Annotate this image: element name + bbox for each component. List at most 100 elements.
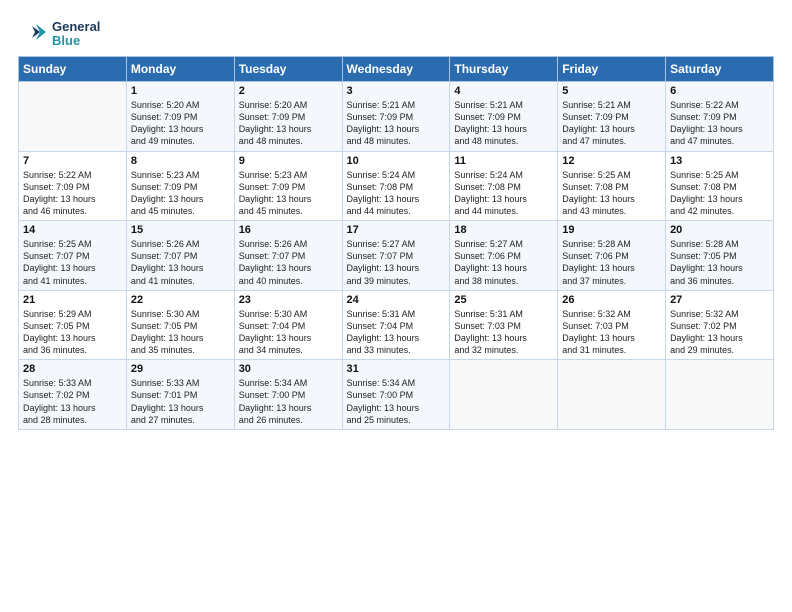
day-number: 17 <box>347 224 446 236</box>
calendar-cell: 29Sunrise: 5:33 AM Sunset: 7:01 PM Dayli… <box>126 360 234 430</box>
calendar-cell: 18 Sunrise: 5:27 AM Sunset: 7:06 PM Dayli… <box>450 221 558 291</box>
day-content: Sunrise: 5:25 AM Sunset: 7:08 PM Dayligh… <box>670 169 769 218</box>
day-number: 21 <box>23 294 122 306</box>
day-number: 23 <box>239 294 338 306</box>
day-content: Sunrise: 5:30 AM Sunset: 7:05 PM Dayligh… <box>131 308 230 357</box>
day-content: Sunrise: 5:28 AM Sunset: 7:05 PM Dayligh… <box>670 238 769 287</box>
calendar-week-1: 1Sunrise: 5:20 AM Sunset: 7:09 PM Daylig… <box>19 82 774 152</box>
day-number: 26 <box>562 294 661 306</box>
logo-line1: General <box>52 20 100 34</box>
calendar-cell: 13 Sunrise: 5:25 AM Sunset: 7:08 PM Dayli… <box>666 151 774 221</box>
day-content: Sunrise: 5:21 AM Sunset: 7:09 PM Dayligh… <box>347 99 446 148</box>
day-content: Sunrise: 5:26 AM Sunset: 7:07 PM Dayligh… <box>239 238 338 287</box>
calendar-week-3: 14Sunrise: 5:25 AM Sunset: 7:07 PM Dayli… <box>19 221 774 291</box>
header-day-saturday: Saturday <box>666 57 774 82</box>
day-content: Sunrise: 5:31 AM Sunset: 7:04 PM Dayligh… <box>347 308 446 357</box>
header-day-friday: Friday <box>558 57 666 82</box>
day-content: Sunrise: 5:27 AM Sunset: 7:07 PM Dayligh… <box>347 238 446 287</box>
day-content: Sunrise: 5:23 AM Sunset: 7:09 PM Dayligh… <box>131 169 230 218</box>
day-number: 31 <box>347 363 446 375</box>
header-day-wednesday: Wednesday <box>342 57 450 82</box>
day-content: Sunrise: 5:23 AM Sunset: 7:09 PM Dayligh… <box>239 169 338 218</box>
day-number: 8 <box>131 155 230 167</box>
day-content: Sunrise: 5:24 AM Sunset: 7:08 PM Dayligh… <box>347 169 446 218</box>
day-number: 15 <box>131 224 230 236</box>
day-number: 4 <box>454 85 553 97</box>
day-content: Sunrise: 5:29 AM Sunset: 7:05 PM Dayligh… <box>23 308 122 357</box>
header-day-sunday: Sunday <box>19 57 127 82</box>
calendar-cell: 23 Sunrise: 5:30 AM Sunset: 7:04 PM Dayli… <box>234 290 342 360</box>
day-number: 20 <box>670 224 769 236</box>
calendar-cell: 6Sunrise: 5:22 AM Sunset: 7:09 PM Daylig… <box>666 82 774 152</box>
calendar-cell: 20 Sunrise: 5:28 AM Sunset: 7:05 PM Dayli… <box>666 221 774 291</box>
calendar-cell <box>450 360 558 430</box>
day-number: 16 <box>239 224 338 236</box>
day-content: Sunrise: 5:32 AM Sunset: 7:02 PM Dayligh… <box>670 308 769 357</box>
day-number: 30 <box>239 363 338 375</box>
calendar-cell: 27 Sunrise: 5:32 AM Sunset: 7:02 PM Dayli… <box>666 290 774 360</box>
calendar-week-2: 7Sunrise: 5:22 AM Sunset: 7:09 PM Daylig… <box>19 151 774 221</box>
calendar-cell: 30 Sunrise: 5:34 AM Sunset: 7:00 PM Dayli… <box>234 360 342 430</box>
day-content: Sunrise: 5:33 AM Sunset: 7:02 PM Dayligh… <box>23 377 122 426</box>
day-number: 13 <box>670 155 769 167</box>
calendar-cell: 24 Sunrise: 5:31 AM Sunset: 7:04 PM Dayli… <box>342 290 450 360</box>
calendar-page: General Blue SundayMondayTuesdayWednesda… <box>0 0 792 440</box>
calendar-cell <box>666 360 774 430</box>
calendar-cell: 31 Sunrise: 5:34 AM Sunset: 7:00 PM Dayli… <box>342 360 450 430</box>
calendar-cell: 17 Sunrise: 5:27 AM Sunset: 7:07 PM Dayli… <box>342 221 450 291</box>
day-content: Sunrise: 5:31 AM Sunset: 7:03 PM Dayligh… <box>454 308 553 357</box>
calendar-cell <box>558 360 666 430</box>
day-number: 12 <box>562 155 661 167</box>
calendar-table: SundayMondayTuesdayWednesdayThursdayFrid… <box>18 56 774 430</box>
logo-line2: Blue <box>52 34 100 48</box>
day-number: 28 <box>23 363 122 375</box>
day-content: Sunrise: 5:20 AM Sunset: 7:09 PM Dayligh… <box>131 99 230 148</box>
day-number: 25 <box>454 294 553 306</box>
day-number: 2 <box>239 85 338 97</box>
day-number: 3 <box>347 85 446 97</box>
day-content: Sunrise: 5:25 AM Sunset: 7:08 PM Dayligh… <box>562 169 661 218</box>
day-content: Sunrise: 5:28 AM Sunset: 7:06 PM Dayligh… <box>562 238 661 287</box>
calendar-cell: 16 Sunrise: 5:26 AM Sunset: 7:07 PM Dayli… <box>234 221 342 291</box>
calendar-cell: 21 Sunrise: 5:29 AM Sunset: 7:05 PM Dayli… <box>19 290 127 360</box>
logo-bird-icon <box>18 18 50 50</box>
calendar-cell: 4 Sunrise: 5:21 AM Sunset: 7:09 PM Daylig… <box>450 82 558 152</box>
calendar-cell: 7Sunrise: 5:22 AM Sunset: 7:09 PM Daylig… <box>19 151 127 221</box>
day-content: Sunrise: 5:33 AM Sunset: 7:01 PM Dayligh… <box>131 377 230 426</box>
day-number: 22 <box>131 294 230 306</box>
day-content: Sunrise: 5:21 AM Sunset: 7:09 PM Dayligh… <box>454 99 553 148</box>
calendar-cell: 26 Sunrise: 5:32 AM Sunset: 7:03 PM Dayli… <box>558 290 666 360</box>
header: General Blue <box>18 18 774 50</box>
day-content: Sunrise: 5:22 AM Sunset: 7:09 PM Dayligh… <box>670 99 769 148</box>
calendar-cell: 2Sunrise: 5:20 AM Sunset: 7:09 PM Daylig… <box>234 82 342 152</box>
calendar-cell <box>19 82 127 152</box>
logo-text: General Blue <box>52 20 100 49</box>
logo-container: General Blue <box>18 18 100 50</box>
day-number: 18 <box>454 224 553 236</box>
day-number: 10 <box>347 155 446 167</box>
calendar-cell: 3 Sunrise: 5:21 AM Sunset: 7:09 PM Daylig… <box>342 82 450 152</box>
header-row: SundayMondayTuesdayWednesdayThursdayFrid… <box>19 57 774 82</box>
day-content: Sunrise: 5:27 AM Sunset: 7:06 PM Dayligh… <box>454 238 553 287</box>
calendar-cell: 8 Sunrise: 5:23 AM Sunset: 7:09 PM Daylig… <box>126 151 234 221</box>
calendar-cell: 25 Sunrise: 5:31 AM Sunset: 7:03 PM Dayli… <box>450 290 558 360</box>
day-content: Sunrise: 5:21 AM Sunset: 7:09 PM Dayligh… <box>562 99 661 148</box>
calendar-cell: 5Sunrise: 5:21 AM Sunset: 7:09 PM Daylig… <box>558 82 666 152</box>
day-number: 14 <box>23 224 122 236</box>
calendar-cell: 9 Sunrise: 5:23 AM Sunset: 7:09 PM Daylig… <box>234 151 342 221</box>
day-number: 24 <box>347 294 446 306</box>
day-content: Sunrise: 5:34 AM Sunset: 7:00 PM Dayligh… <box>347 377 446 426</box>
day-content: Sunrise: 5:32 AM Sunset: 7:03 PM Dayligh… <box>562 308 661 357</box>
calendar-cell: 28 Sunrise: 5:33 AM Sunset: 7:02 PM Dayli… <box>19 360 127 430</box>
day-content: Sunrise: 5:22 AM Sunset: 7:09 PM Dayligh… <box>23 169 122 218</box>
day-number: 19 <box>562 224 661 236</box>
header-day-thursday: Thursday <box>450 57 558 82</box>
day-number: 9 <box>239 155 338 167</box>
day-content: Sunrise: 5:30 AM Sunset: 7:04 PM Dayligh… <box>239 308 338 357</box>
calendar-cell: 12 Sunrise: 5:25 AM Sunset: 7:08 PM Dayli… <box>558 151 666 221</box>
day-content: Sunrise: 5:34 AM Sunset: 7:00 PM Dayligh… <box>239 377 338 426</box>
calendar-week-5: 28 Sunrise: 5:33 AM Sunset: 7:02 PM Dayli… <box>19 360 774 430</box>
calendar-cell: 14Sunrise: 5:25 AM Sunset: 7:07 PM Dayli… <box>19 221 127 291</box>
day-number: 27 <box>670 294 769 306</box>
calendar-cell: 11Sunrise: 5:24 AM Sunset: 7:08 PM Dayli… <box>450 151 558 221</box>
